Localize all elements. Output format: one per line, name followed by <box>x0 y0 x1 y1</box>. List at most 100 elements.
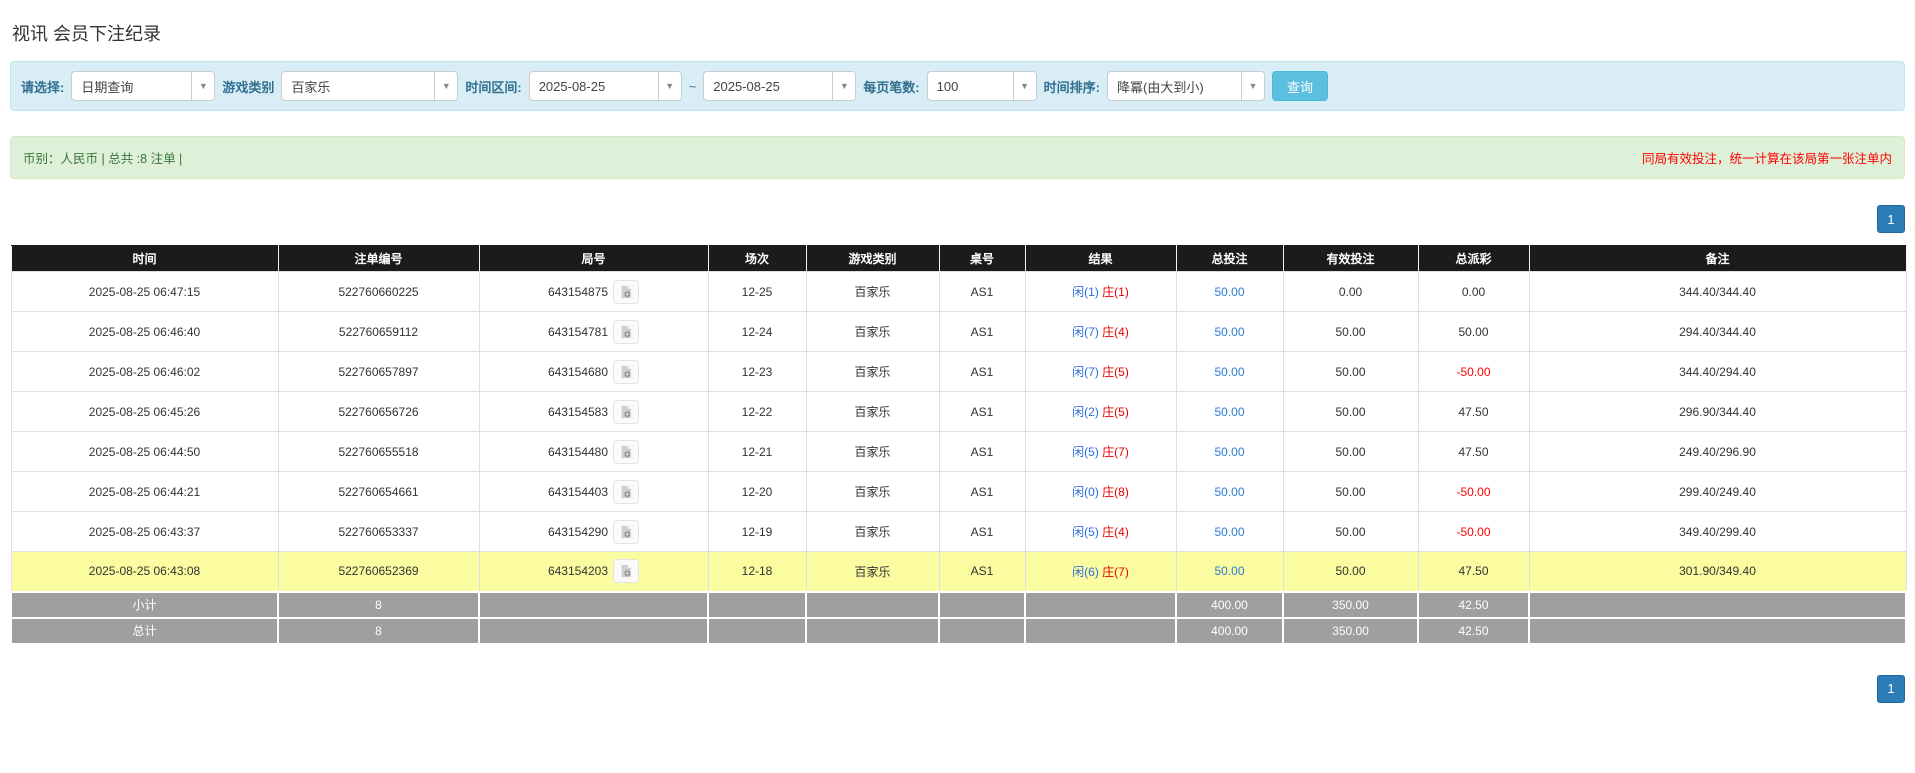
cell-time: 2025-08-25 06:44:21 <box>11 472 278 512</box>
result-banker: 庄(7) <box>1102 445 1129 459</box>
cell-game-type: 百家乐 <box>806 272 939 312</box>
sort-order-value: 降冪(由大到小) <box>1108 72 1241 100</box>
round-number: 643154680 <box>548 365 608 379</box>
total-bet-link[interactable]: 50.00 <box>1214 445 1244 459</box>
per-page-select[interactable]: 100 ▼ <box>927 71 1037 101</box>
per-page-value: 100 <box>928 72 1013 100</box>
grand-total-session <box>708 618 806 644</box>
cell-result: 闲(2) 庄(5) <box>1025 392 1176 432</box>
grand-total-total-bet: 400.00 <box>1176 618 1283 644</box>
grand-total-payout: 42.50 <box>1418 618 1529 644</box>
table-header: 时间注单编号局号场次游戏类别桌号结果总投注有效投注总派彩备注 <box>11 246 1906 272</box>
cell-round: 643154403 <box>479 472 708 512</box>
total-bet-link[interactable]: 50.00 <box>1214 405 1244 419</box>
result-banker: 庄(8) <box>1102 485 1129 499</box>
cell-result: 闲(7) 庄(4) <box>1025 312 1176 352</box>
round-number: 643154403 <box>548 485 608 499</box>
cell-payout: 47.50 <box>1418 552 1529 592</box>
result-player: 闲(5) <box>1072 445 1099 459</box>
cell-table-number: AS1 <box>939 312 1025 352</box>
cell-total-bet: 50.00 <box>1176 352 1283 392</box>
total-bet-link[interactable]: 50.00 <box>1214 485 1244 499</box>
cell-payout: -50.00 <box>1418 472 1529 512</box>
video-replay-icon[interactable] <box>613 440 639 464</box>
cell-bet-id: 522760652369 <box>278 552 479 592</box>
cell-time: 2025-08-25 06:45:26 <box>11 392 278 432</box>
cell-session: 12-19 <box>708 512 806 552</box>
total-bet-link[interactable]: 50.00 <box>1214 365 1244 379</box>
game-type-value: 百家乐 <box>282 72 434 100</box>
subtotal-count: 8 <box>278 592 479 618</box>
cell-table-number: AS1 <box>939 512 1025 552</box>
cell-valid-bet: 50.00 <box>1283 392 1418 432</box>
total-bet-link[interactable]: 50.00 <box>1214 564 1244 578</box>
grand-total-game <box>806 618 939 644</box>
cell-remark: 344.40/344.40 <box>1529 272 1906 312</box>
cell-time: 2025-08-25 06:43:37 <box>11 512 278 552</box>
summary-bar: 币别：人民币 | 总共 :8 注单 | 同局有效投注，统一计算在该局第一张注单内 <box>10 136 1905 179</box>
result-player: 闲(5) <box>1072 525 1099 539</box>
sort-order-select[interactable]: 降冪(由大到小) ▼ <box>1107 71 1265 101</box>
cell-remark: 299.40/249.40 <box>1529 472 1906 512</box>
column-header-2: 局号 <box>479 246 708 272</box>
result-player: 闲(7) <box>1072 325 1099 339</box>
cell-valid-bet: 50.00 <box>1283 552 1418 592</box>
cell-table-number: AS1 <box>939 392 1025 432</box>
cell-time: 2025-08-25 06:44:50 <box>11 432 278 472</box>
cell-result: 闲(1) 庄(1) <box>1025 272 1176 312</box>
cell-bet-id: 522760653337 <box>278 512 479 552</box>
chevron-down-icon: ▼ <box>191 72 214 100</box>
subtotal-result <box>1025 592 1176 618</box>
cell-payout: 0.00 <box>1418 272 1529 312</box>
bet-record-row: 2025-08-25 06:47:15522760660225643154875… <box>11 272 1906 312</box>
total-bet-link[interactable]: 50.00 <box>1214 285 1244 299</box>
chevron-down-icon: ▼ <box>658 72 681 100</box>
cell-remark: 301.90/349.40 <box>1529 552 1906 592</box>
pagination-bottom: 1 <box>0 675 1905 703</box>
cell-valid-bet: 50.00 <box>1283 472 1418 512</box>
total-bet-link[interactable]: 50.00 <box>1214 525 1244 539</box>
date-to-select[interactable]: 2025-08-25 ▼ <box>703 71 856 101</box>
cell-bet-id: 522760657897 <box>278 352 479 392</box>
cell-session: 12-20 <box>708 472 806 512</box>
cell-round: 643154781 <box>479 312 708 352</box>
subtotal-remark <box>1529 592 1906 618</box>
cell-game-type: 百家乐 <box>806 392 939 432</box>
cell-valid-bet: 50.00 <box>1283 352 1418 392</box>
video-replay-icon[interactable] <box>613 480 639 504</box>
video-replay-icon[interactable] <box>613 559 639 583</box>
valid-bet-notice-text: 同局有效投注，统一计算在该局第一张注单内 <box>1642 148 1892 167</box>
currency-total-text: 币别：人民币 | 总共 :8 注单 | <box>23 148 182 167</box>
query-type-select[interactable]: 日期查询 ▼ <box>71 71 215 101</box>
query-button[interactable]: 查询 <box>1272 71 1328 101</box>
video-replay-icon[interactable] <box>613 360 639 384</box>
page-1-button[interactable]: 1 <box>1877 205 1905 233</box>
result-banker: 庄(7) <box>1102 565 1129 579</box>
total-bet-link[interactable]: 50.00 <box>1214 325 1244 339</box>
video-replay-icon[interactable] <box>613 280 639 304</box>
cell-valid-bet: 0.00 <box>1283 272 1418 312</box>
cell-session: 12-18 <box>708 552 806 592</box>
cell-session: 12-22 <box>708 392 806 432</box>
round-number-with-replay: 643154290 <box>548 520 639 544</box>
cell-game-type: 百家乐 <box>806 552 939 592</box>
bet-record-row: 2025-08-25 06:45:26522760656726643154583… <box>11 392 1906 432</box>
chevron-down-icon: ▼ <box>832 72 855 100</box>
cell-payout: -50.00 <box>1418 352 1529 392</box>
cell-bet-id: 522760660225 <box>278 272 479 312</box>
cell-round: 643154203 <box>479 552 708 592</box>
video-replay-icon[interactable] <box>613 320 639 344</box>
cell-remark: 349.40/299.40 <box>1529 512 1906 552</box>
video-replay-icon[interactable] <box>613 400 639 424</box>
page-title: 视讯 会员下注纪录 <box>12 20 1915 46</box>
result-banker: 庄(5) <box>1102 365 1129 379</box>
page-1-button[interactable]: 1 <box>1877 675 1905 703</box>
column-header-0: 时间 <box>11 246 278 272</box>
grand-total-count: 8 <box>278 618 479 644</box>
round-number-with-replay: 643154480 <box>548 440 639 464</box>
column-header-3: 场次 <box>708 246 806 272</box>
game-type-select[interactable]: 百家乐 ▼ <box>281 71 458 101</box>
result-player: 闲(6) <box>1072 565 1099 579</box>
video-replay-icon[interactable] <box>613 520 639 544</box>
date-from-select[interactable]: 2025-08-25 ▼ <box>529 71 682 101</box>
